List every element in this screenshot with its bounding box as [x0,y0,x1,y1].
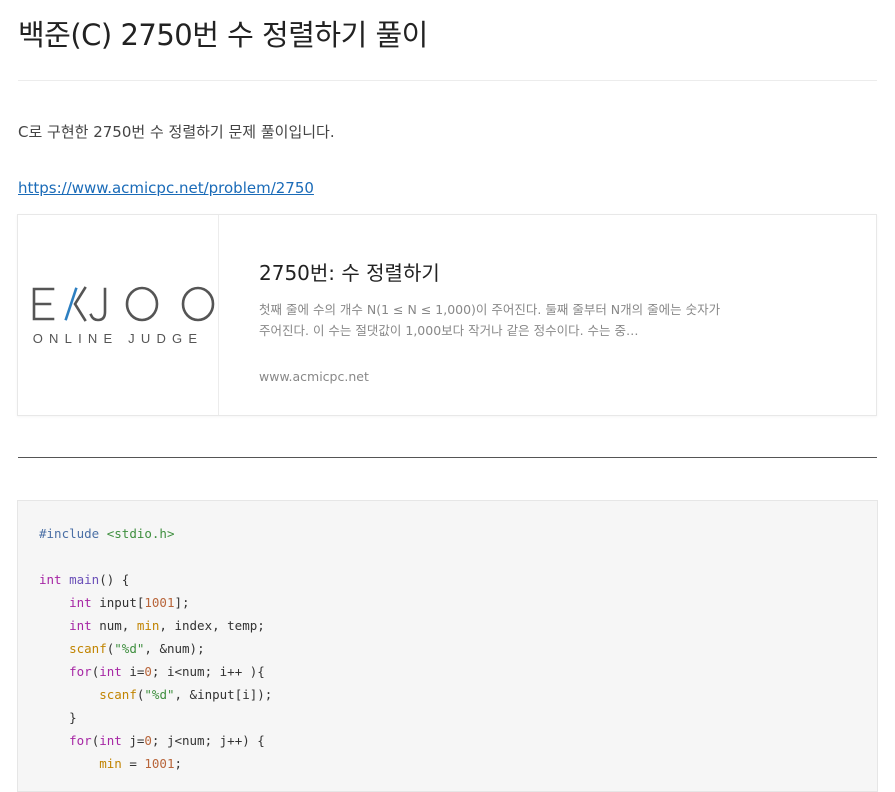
code-token-pp: #include [39,526,100,541]
card-description: 첫째 줄에 수의 개수 N(1 ≤ N ≤ 1,000)이 주어진다. 둘째 줄… [259,302,721,338]
code-token: } [39,710,77,725]
code-token-call: min [99,756,122,771]
code-line: int main() { [39,568,272,591]
code-token: ; i<num; i++ ){ [151,664,265,679]
code-token: num, [91,618,137,633]
code-token-kw: int [69,595,92,610]
code-line: #include <stdio.h> [39,522,272,545]
code-token-fn: main [69,572,100,587]
code-token: , &num); [144,641,205,656]
code-token-num: 0 [144,733,152,748]
card-domain: www.acmicpc.net [259,369,369,384]
code-token-kw: int [99,664,122,679]
code-token-call: scanf [99,687,137,702]
code-line: } [39,706,272,729]
code-token-kw: int [39,572,62,587]
code-token-kw: for [69,664,92,679]
code-token-num: 1001 [144,595,175,610]
logo-wordmark [32,286,215,322]
problem-link[interactable]: https://www.acmicpc.net/problem/2750 [18,179,314,197]
code-token: () { [99,572,130,587]
title-divider [18,80,877,81]
code-token-str: <stdio.h> [106,526,175,541]
code-block: #include <stdio.h> int main() { int inpu… [17,500,878,792]
code-line: int num, min, index, temp; [39,614,272,637]
code-token-num: 0 [144,664,152,679]
code-token: , index, temp; [159,618,265,633]
code-token-num: 1001 [144,756,175,771]
code-token: i= [121,664,145,679]
code-token-kw: int [69,618,92,633]
code-token-call: min [136,618,160,633]
link-preview-card[interactable]: ONLINE JUDGE 2750번: 수 정렬하기 첫째 줄에 수의 개수 N… [17,214,877,416]
code-token-kw: int [99,733,122,748]
horizontal-rule [18,457,877,458]
code-token-str: "%d" [114,641,145,656]
intro-text: C로 구현한 2750번 수 정렬하기 문제 풀이입니다. [18,123,335,141]
code-token-str: "%d" [144,687,175,702]
code-token: ; j<num; j++) { [151,733,265,748]
code-token-kw: for [69,733,92,748]
code-line: scanf("%d", &num); [39,637,272,660]
code-token: = [121,756,145,771]
code-token-call: scanf [69,641,107,656]
code-token: input[ [91,595,145,610]
code-token: ; [174,756,183,771]
code-token: j= [121,733,145,748]
code-line: for(int j=0; j<num; j++) { [39,729,272,752]
post-title: 백준(C) 2750번 수 정렬하기 풀이 [18,18,428,52]
logo-tagline: ONLINE JUDGE [33,331,203,346]
code-line: scanf("%d", &input[i]); [39,683,272,706]
baekjoon-logo: ONLINE JUDGE [32,286,215,346]
code-line: for(int i=0; i<num; i++ ){ [39,660,272,683]
card-thumbnail: ONLINE JUDGE [18,215,219,415]
code-lines: #include <stdio.h> int main() { int inpu… [39,522,272,775]
code-line: int input[1001]; [39,591,272,614]
card-title: 2750번: 수 정렬하기 [259,261,440,285]
code-token: ]; [174,595,190,610]
code-token: , &input[i]); [174,687,273,702]
